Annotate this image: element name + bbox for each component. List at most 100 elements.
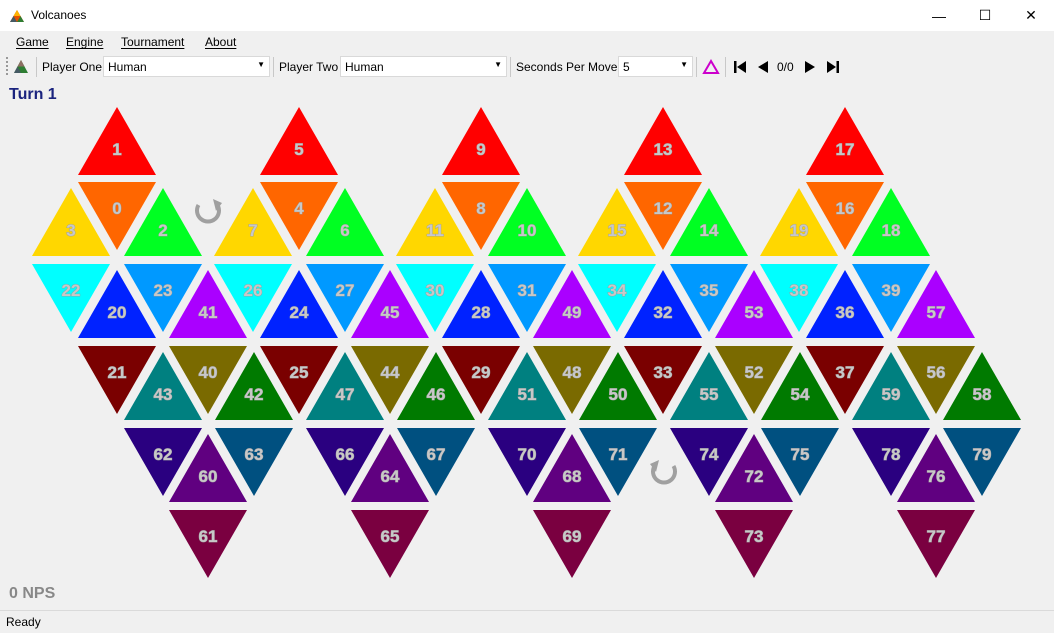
menu-about[interactable]: About [205, 35, 236, 49]
cell-number: 49 [563, 303, 582, 322]
cell-13[interactable]: 13 [624, 107, 702, 175]
cell-number: 47 [336, 385, 355, 404]
rotate-left-icon[interactable] [195, 199, 222, 224]
triangle-outline-icon[interactable] [702, 58, 720, 76]
cell-number: 33 [654, 363, 673, 382]
new-game-icon[interactable] [12, 58, 30, 76]
cell-number: 21 [108, 363, 127, 382]
previous-move-icon[interactable] [754, 58, 772, 76]
cell-number: 25 [290, 363, 309, 382]
cell-number: 58 [973, 385, 992, 404]
menu-game[interactable]: Game [16, 35, 49, 49]
cell-number: 57 [927, 303, 946, 322]
first-move-icon[interactable] [731, 58, 749, 76]
cell-number: 20 [108, 303, 127, 322]
menu-tournament[interactable]: Tournament [121, 35, 184, 49]
cell-number: 62 [154, 445, 173, 464]
player-two-value: Human [345, 60, 384, 74]
cell-number: 7 [248, 221, 257, 240]
cell-17[interactable]: 17 [806, 107, 884, 175]
toolbar-grip[interactable] [6, 57, 8, 77]
cell-number: 15 [608, 221, 627, 240]
seconds-per-move-select[interactable]: 5 ▼ [618, 56, 693, 77]
cell-number: 10 [518, 221, 537, 240]
cell-number: 66 [336, 445, 355, 464]
cell-number: 64 [381, 467, 400, 486]
cell-number: 3 [66, 221, 75, 240]
cell-number: 32 [654, 303, 673, 322]
cell-65[interactable]: 65 [351, 510, 429, 578]
cell-77[interactable]: 77 [897, 510, 975, 578]
toolbar-separator [510, 57, 511, 77]
menu-bar: Game Engine Tournament About [0, 31, 1054, 53]
cell-number: 8 [476, 199, 485, 218]
toolbar-separator [36, 57, 37, 77]
cell-number: 39 [882, 281, 901, 300]
status-bar: Ready [0, 610, 1054, 633]
cell-number: 75 [791, 445, 810, 464]
cell-number: 50 [609, 385, 628, 404]
cell-number: 59 [882, 385, 901, 404]
cell-61[interactable]: 61 [169, 510, 247, 578]
cell-number: 63 [245, 445, 264, 464]
cell-number: 4 [294, 199, 304, 218]
cell-number: 73 [745, 527, 764, 546]
cell-number: 40 [199, 363, 218, 382]
minimize-button[interactable]: — [916, 0, 962, 31]
cell-73[interactable]: 73 [715, 510, 793, 578]
cell-number: 70 [518, 445, 537, 464]
menu-engine[interactable]: Engine [66, 35, 103, 49]
chevron-down-icon: ▼ [680, 60, 688, 69]
maximize-button[interactable]: ☐ [962, 0, 1008, 31]
cell-number: 56 [927, 363, 946, 382]
cell-number: 68 [563, 467, 582, 486]
cell-number: 60 [199, 467, 218, 486]
chevron-down-icon: ▼ [257, 60, 265, 69]
nodes-per-second: 0 NPS [9, 585, 56, 602]
player-two-label: Player Two [279, 60, 339, 74]
cell-number: 18 [882, 221, 901, 240]
cell-number: 12 [654, 199, 673, 218]
cell-number: 46 [427, 385, 446, 404]
cell-5[interactable]: 5 [260, 107, 338, 175]
cell-number: 45 [381, 303, 400, 322]
cell-number: 71 [609, 445, 628, 464]
cell-number: 79 [973, 445, 992, 464]
cell-number: 48 [563, 363, 582, 382]
cell-number: 11 [426, 221, 444, 240]
cell-number: 65 [381, 527, 400, 546]
cell-number: 53 [745, 303, 764, 322]
last-move-icon[interactable] [824, 58, 842, 76]
cell-number: 29 [472, 363, 491, 382]
cell-number: 41 [199, 303, 218, 322]
cell-9[interactable]: 9 [442, 107, 520, 175]
close-button[interactable]: ✕ [1008, 0, 1054, 31]
cell-number: 19 [790, 221, 809, 240]
cell-number: 38 [790, 281, 809, 300]
status-text: Ready [6, 615, 41, 629]
cell-1[interactable]: 1 [78, 107, 156, 175]
seconds-per-move-value: 5 [623, 60, 630, 74]
cell-number: 1 [112, 140, 121, 159]
cell-number: 55 [700, 385, 719, 404]
cell-number: 74 [700, 445, 719, 464]
cell-number: 43 [154, 385, 173, 404]
cell-number: 42 [245, 385, 264, 404]
player-two-select[interactable]: Human ▼ [340, 56, 507, 77]
cell-number: 17 [836, 140, 855, 159]
cell-number: 78 [882, 445, 901, 464]
cell-number: 35 [700, 281, 719, 300]
next-move-icon[interactable] [801, 58, 819, 76]
cell-number: 27 [336, 281, 355, 300]
chevron-down-icon: ▼ [494, 60, 502, 69]
cell-number: 34 [608, 281, 627, 300]
cell-number: 14 [700, 221, 719, 240]
cell-69[interactable]: 69 [533, 510, 611, 578]
player-one-select[interactable]: Human ▼ [103, 56, 270, 77]
volcano-app-icon [10, 10, 24, 22]
cell-number: 23 [154, 281, 173, 300]
rotate-right-icon[interactable] [650, 460, 677, 485]
player-one-value: Human [108, 60, 147, 74]
cell-number: 44 [381, 363, 400, 382]
title-bar: Volcanoes — ☐ ✕ [0, 0, 1054, 32]
